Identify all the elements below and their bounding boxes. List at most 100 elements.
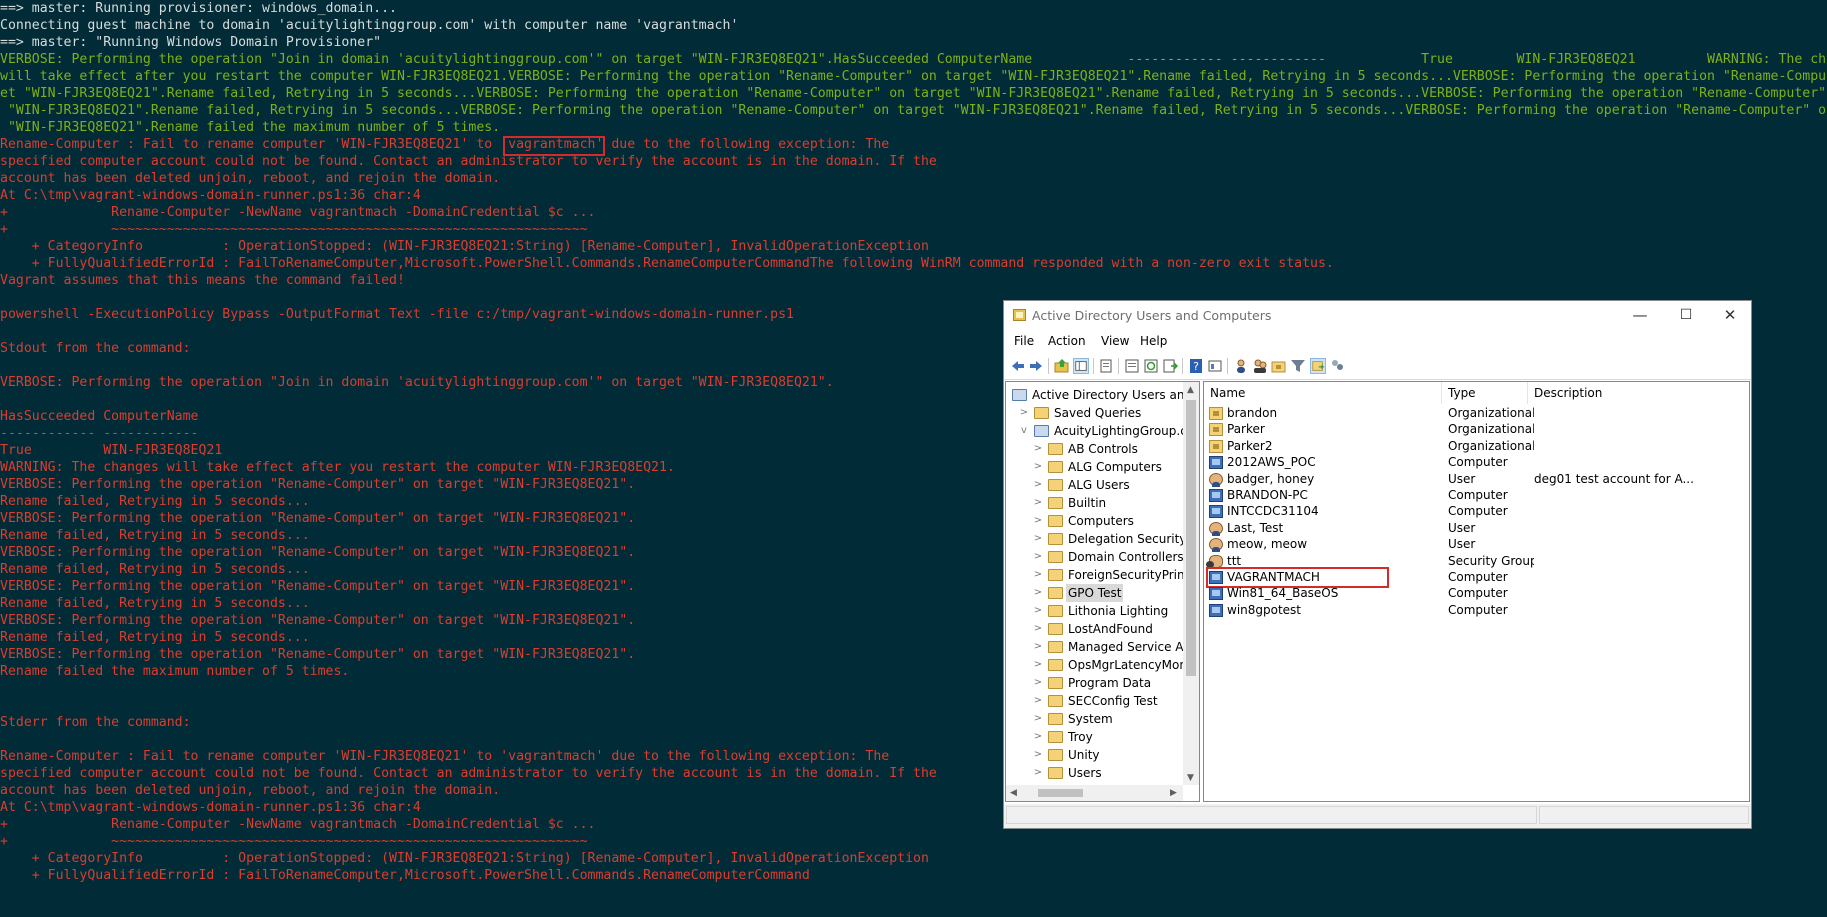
tree-node[interactable]: > Computers [1032, 512, 1199, 530]
expand-chevron-icon[interactable]: > [1018, 404, 1030, 422]
menu-action[interactable]: Action [1048, 334, 1086, 348]
copy-icon[interactable] [1098, 358, 1114, 374]
tree-node[interactable]: > System [1032, 710, 1199, 728]
tree-node[interactable]: > Domain Controllers [1032, 548, 1199, 566]
expand-chevron-icon[interactable]: > [1032, 728, 1044, 746]
terminal-line: VERBOSE: Performing the operation "Renam… [0, 613, 636, 628]
expand-chevron-icon[interactable]: > [1032, 764, 1044, 782]
expand-chevron-icon[interactable]: > [1032, 638, 1044, 656]
tree-node-label: Active Directory Users and Co [1032, 388, 1200, 402]
tree-node[interactable]: > SECConfig Test [1032, 692, 1199, 710]
tree-node[interactable]: > Users [1032, 764, 1199, 782]
refresh-icon[interactable] [1143, 358, 1159, 374]
scroll-left-arrow-icon[interactable]: ◀ [1010, 788, 1017, 798]
scrollbar-thumb[interactable] [1186, 400, 1196, 676]
tree-node[interactable]: > ForeignSecurityPrinci [1032, 566, 1199, 584]
ou-icon [1209, 439, 1223, 453]
export-list-icon[interactable] [1162, 358, 1178, 374]
tree-node[interactable]: > LostAndFound [1032, 620, 1199, 638]
tree-node[interactable]: > ALG Computers [1032, 458, 1199, 476]
expand-chevron-icon[interactable]: > [1032, 584, 1044, 602]
tree-node[interactable]: > Managed Service Acc [1032, 638, 1199, 656]
show-tree-icon[interactable] [1073, 358, 1089, 374]
expand-chevron-icon[interactable]: > [1032, 620, 1044, 638]
expand-chevron-icon[interactable]: > [1032, 440, 1044, 458]
new-group-icon[interactable] [1252, 358, 1268, 374]
tree-node[interactable]: > Saved Queries [1018, 404, 1199, 422]
expand-chevron-icon[interactable]: > [1032, 674, 1044, 692]
menu-file[interactable]: File [1014, 334, 1034, 348]
tree-node[interactable]: > Builtin [1032, 494, 1199, 512]
folder-icon [1048, 533, 1063, 545]
tree-node-label: Managed Service Acc [1068, 640, 1197, 654]
tree-node[interactable]: > OpsMgrLatencyMoni [1032, 656, 1199, 674]
expand-chevron-icon[interactable]: > [1032, 476, 1044, 494]
expand-chevron-icon[interactable]: > [1032, 494, 1044, 512]
tree-node[interactable]: > Unity [1032, 746, 1199, 764]
properties-icon[interactable] [1124, 358, 1140, 374]
details-icon[interactable] [1207, 358, 1223, 374]
delegate-icon[interactable] [1329, 358, 1345, 374]
tree-node[interactable]: > Lithonia Lighting [1032, 602, 1199, 620]
tree-node[interactable]: > GPO Test [1032, 584, 1199, 602]
filter-icon[interactable] [1290, 358, 1306, 374]
help-icon[interactable]: ? [1188, 358, 1204, 374]
menu-view[interactable]: View [1101, 334, 1129, 348]
expand-chevron-icon[interactable]: > [1032, 548, 1044, 566]
list-row[interactable]: win8gpotest Computer [1204, 601, 1749, 620]
aduc-window[interactable]: Active Directory Users and Computers — ☐… [1003, 300, 1752, 829]
column-header-name[interactable]: Name [1204, 382, 1442, 404]
expand-chevron-icon[interactable]: > [1032, 746, 1044, 764]
expand-chevron-icon[interactable]: > [1032, 530, 1044, 548]
expand-chevron-icon[interactable]: > [1032, 656, 1044, 674]
tree-vertical-scrollbar[interactable]: ▲ ▼ [1183, 382, 1199, 785]
expand-chevron-icon[interactable]: > [1032, 602, 1044, 620]
details-list[interactable]: Name Type Description brandon Organizatio… [1203, 381, 1750, 802]
terminal-line: Stdout from the command: [0, 341, 191, 356]
back-arrow-icon[interactable] [1010, 358, 1026, 374]
menu-help[interactable]: Help [1140, 334, 1167, 348]
ou-icon [1209, 407, 1223, 420]
scrollbar-thumb[interactable] [1038, 789, 1083, 797]
expand-chevron-icon[interactable]: > [1032, 692, 1044, 710]
tree-horizontal-scrollbar[interactable]: ◀ ▶ [1006, 785, 1183, 801]
terminal-line: Rename failed, Retrying in 5 seconds... [0, 562, 310, 577]
collapse-chevron-icon[interactable]: v [1018, 422, 1030, 440]
new-user-icon[interactable] [1233, 358, 1249, 374]
scroll-down-arrow-icon[interactable]: ▼ [1187, 773, 1194, 783]
tree-node[interactable]: > Delegation Security G [1032, 530, 1199, 548]
close-button[interactable]: ✕ [1707, 301, 1753, 331]
minimize-button[interactable]: — [1617, 301, 1663, 331]
svg-text:?: ? [1193, 360, 1199, 373]
console-tree[interactable]: Active Directory Users and Co > Saved Quer… [1005, 381, 1200, 802]
scroll-up-arrow-icon[interactable]: ▲ [1187, 385, 1194, 395]
add-to-group-icon[interactable] [1310, 358, 1326, 374]
tree-node[interactable]: > Troy [1032, 728, 1199, 746]
domain-icon [1034, 425, 1049, 437]
maximize-button[interactable]: ☐ [1663, 301, 1709, 331]
tree-node[interactable]: Active Directory Users and Co [1012, 386, 1200, 404]
terminal-line: Rename-Computer : Fail to rename compute… [0, 749, 890, 764]
expand-chevron-icon[interactable]: > [1032, 458, 1044, 476]
new-ou-icon[interactable] [1271, 358, 1287, 374]
expand-chevron-icon[interactable]: > [1032, 512, 1044, 530]
terminal-line: At C:\tmp\vagrant-windows-domain-runner.… [0, 188, 421, 203]
tree-node[interactable]: > Program Data [1032, 674, 1199, 692]
column-header-type[interactable]: Type [1442, 382, 1528, 404]
tree-node-label: ALG Computers [1068, 460, 1162, 474]
up-folder-icon[interactable] [1054, 358, 1070, 374]
expand-chevron-icon[interactable]: > [1032, 566, 1044, 584]
column-header-description[interactable]: Description [1528, 382, 1749, 404]
vagrantmach-highlight-box [503, 136, 605, 156]
forward-arrow-icon[interactable] [1028, 358, 1044, 374]
folder-icon [1048, 515, 1063, 527]
folder-icon [1048, 569, 1063, 581]
expand-chevron-icon[interactable]: > [1032, 710, 1044, 728]
tree-node[interactable]: > AB Controls [1032, 440, 1199, 458]
tree-node-label: GPO Test [1066, 584, 1124, 602]
scroll-right-arrow-icon[interactable]: ▶ [1170, 788, 1177, 798]
folder-icon [1048, 767, 1063, 779]
title-bar[interactable]: Active Directory Users and Computers — ☐… [1004, 301, 1751, 331]
tree-node[interactable]: v AcuityLightingGroup.cor [1018, 422, 1199, 440]
tree-node[interactable]: > ALG Users [1032, 476, 1199, 494]
